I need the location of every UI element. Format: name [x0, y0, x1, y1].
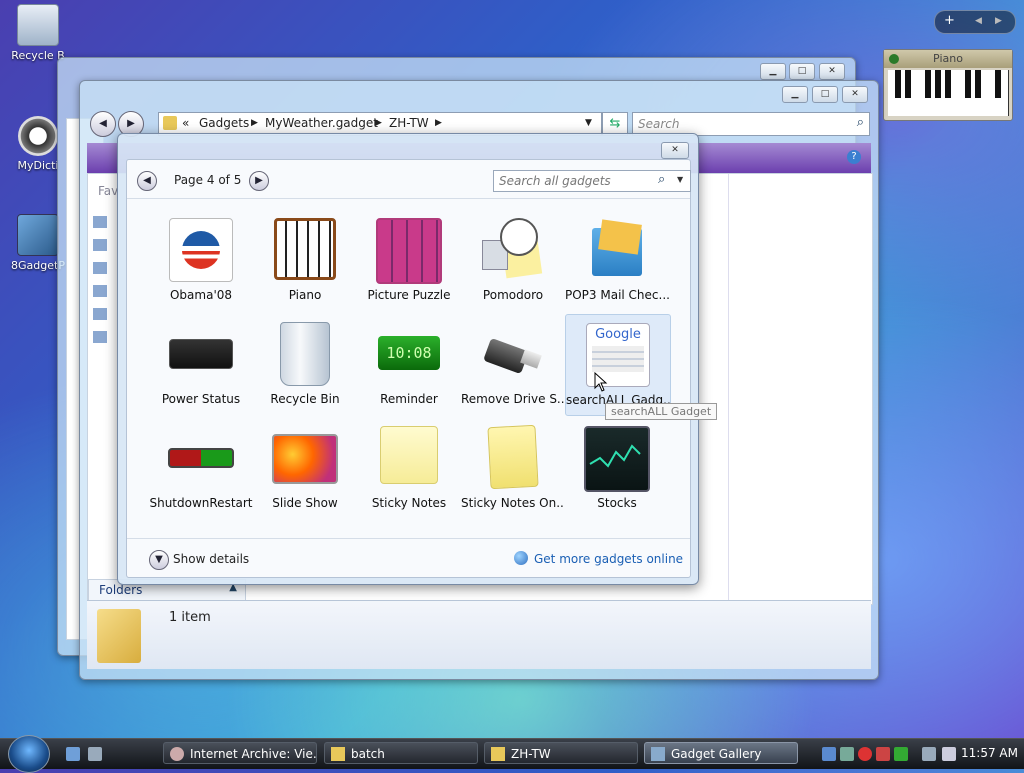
mail-icon: [586, 218, 648, 280]
piano-icon: [274, 218, 336, 280]
start-button[interactable]: [8, 735, 50, 773]
help-icon[interactable]: ?: [847, 150, 861, 164]
power-led-icon[interactable]: [889, 54, 899, 64]
check-icon[interactable]: [894, 747, 908, 761]
breadcrumb-gadgets[interactable]: Gadgets: [199, 116, 249, 130]
sticky-note-icon: [380, 426, 438, 484]
details-pane: 1 item: [87, 600, 871, 669]
path-prefix: «: [182, 116, 190, 130]
tooltip: searchALL Gadget: [605, 403, 718, 420]
gadget-obama08[interactable]: Obama'08: [149, 210, 253, 310]
stock-line-icon: [589, 444, 641, 468]
gadget-recycle-bin[interactable]: Recycle Bin: [253, 314, 357, 414]
next-page-button[interactable]: ▶: [249, 171, 269, 191]
tray-app-icon[interactable]: [840, 747, 854, 761]
desktop-icon-recycle-bin[interactable]: Recycle B: [3, 4, 73, 62]
folders-label: Folders: [99, 583, 143, 597]
maximize-button[interactable]: □: [812, 86, 838, 103]
close-button[interactable]: ✕: [842, 86, 868, 103]
folder-icon: [331, 747, 345, 761]
chevron-right-icon: ▶: [435, 118, 442, 128]
page-indicator: Page 4 of 5: [174, 173, 242, 187]
prev-icon[interactable]: ◀: [975, 16, 982, 26]
mouse-cursor-icon: [594, 372, 608, 392]
browser-icon: [170, 747, 184, 761]
obama-logo-icon: [169, 218, 233, 282]
monitor-icon[interactable]: [922, 747, 936, 761]
show-details-button[interactable]: ▼: [149, 550, 169, 570]
taskbar-item-gadget-gallery[interactable]: Gadget Gallery: [644, 742, 798, 764]
minimize-button[interactable]: ▁: [782, 86, 808, 103]
gadget-reminder[interactable]: 10:08 Reminder: [357, 314, 461, 414]
show-desktop-icon[interactable]: [66, 747, 80, 761]
gadget-searchall[interactable]: Google searchALL Gadg...: [565, 314, 671, 416]
volume-icon[interactable]: [942, 747, 956, 761]
sticky-note-icon: [487, 424, 539, 490]
security-icon[interactable]: [876, 747, 890, 761]
item-count: 1 item: [169, 610, 211, 625]
blocked-icon[interactable]: [858, 747, 872, 761]
prev-page-button[interactable]: ◀: [137, 171, 157, 191]
recycle-bin-icon: [17, 4, 59, 46]
dropdown-arrow-icon[interactable]: ▼: [585, 118, 592, 128]
slide-show-icon: [272, 434, 338, 484]
recycle-bin-icon: [280, 322, 330, 386]
get-more-gadgets-link[interactable]: Get more gadgets online: [534, 552, 683, 566]
gadget-power-status[interactable]: Power Status: [149, 314, 253, 414]
gadget-slide-show[interactable]: Slide Show: [253, 418, 357, 518]
battery-icon: [169, 339, 233, 369]
piano-keyboard[interactable]: [888, 70, 1009, 116]
taskbar-item-internet-archive[interactable]: Internet Archive: Vie...: [163, 742, 317, 764]
search-icon[interactable]: ⌕: [857, 115, 864, 130]
power-button-icon: [168, 448, 234, 468]
reminder-icon: 10:08: [378, 336, 440, 370]
next-icon[interactable]: ▶: [995, 16, 1002, 26]
back-button[interactable]: ◀: [90, 111, 116, 137]
sidebar-controls: + ◀ ▶: [934, 10, 1016, 34]
gadget-remove-drive-safely[interactable]: Remove Drive S...: [461, 314, 565, 414]
gallery-content: ◀ Page 4 of 5 ▶ Search all gadgets ⌕ ▼ O…: [126, 159, 691, 578]
raccoon-icon: [18, 116, 58, 156]
usb-drive-icon: [482, 322, 544, 384]
switch-windows-icon[interactable]: [88, 747, 102, 761]
clock-calculator-icon: [482, 218, 544, 280]
gadget-gallery-icon: [651, 747, 665, 761]
clock[interactable]: 11:57 AM: [961, 746, 1018, 760]
minimize-button[interactable]: ▁: [760, 63, 786, 80]
piano-gadget[interactable]: Piano: [883, 49, 1013, 121]
taskbar: Internet Archive: Vie... batch ZH-TW Gad…: [0, 735, 1024, 773]
gadget-sticky-notes[interactable]: Sticky Notes: [357, 418, 461, 518]
installer-icon: [17, 214, 59, 256]
chevron-right-icon: ▶: [375, 118, 382, 128]
piano-gadget-title: Piano: [884, 50, 1012, 68]
gadget-pomodoro[interactable]: Pomodoro: [461, 210, 565, 310]
gadget-sticky-notes-online[interactable]: Sticky Notes On...: [461, 418, 565, 518]
globe-icon: [514, 551, 528, 565]
add-gadget-button[interactable]: +: [944, 13, 955, 28]
gadget-piano[interactable]: Piano: [253, 210, 357, 310]
maximize-button[interactable]: □: [789, 63, 815, 80]
gallery-search-input[interactable]: Search all gadgets ⌕ ▼: [493, 170, 691, 192]
breadcrumb-myweather[interactable]: MyWeather.gadget: [265, 116, 378, 130]
folder-icon: [491, 747, 505, 761]
stocks-chart-icon: [584, 426, 650, 492]
taskbar-item-batch[interactable]: batch: [324, 742, 478, 764]
taskbar-item-zh-tw[interactable]: ZH-TW: [484, 742, 638, 764]
folder-icon: [163, 116, 177, 130]
network-icon[interactable]: [822, 747, 836, 761]
gadget-shutdownrestart[interactable]: ShutdownRestart: [149, 418, 253, 518]
gadget-gallery-window[interactable]: ✕ ◀ Page 4 of 5 ▶ Search all gadgets ⌕ ▼…: [117, 133, 699, 585]
show-details-label[interactable]: Show details: [173, 552, 249, 566]
gadget-stocks[interactable]: Stocks: [565, 418, 669, 518]
breadcrumb-zh-tw[interactable]: ZH-TW: [389, 116, 429, 130]
gadget-picture-puzzle[interactable]: Picture Puzzle: [357, 210, 461, 310]
gallery-close-button[interactable]: ✕: [661, 142, 689, 159]
picture-puzzle-icon: [376, 218, 442, 284]
gadget-pop3-mail-checker[interactable]: POP3 Mail Chec...: [565, 210, 669, 310]
dropdown-arrow-icon[interactable]: ▼: [677, 175, 683, 184]
folder-icon: [97, 609, 141, 663]
search-icon[interactable]: ⌕: [658, 172, 665, 187]
chevron-right-icon: ▶: [251, 118, 258, 128]
close-button[interactable]: ✕: [819, 63, 845, 80]
